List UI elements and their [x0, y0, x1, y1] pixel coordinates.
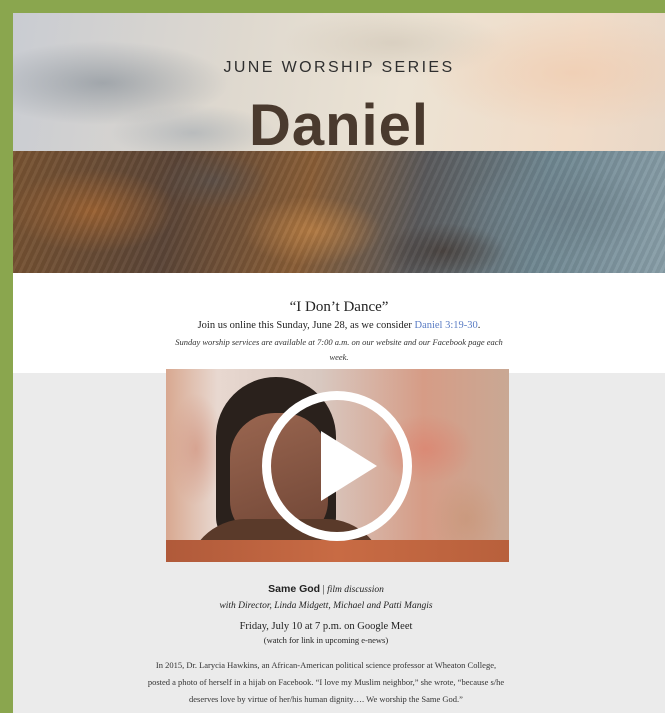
sermon-line: Join us online this Sunday, June 28, as … — [13, 320, 665, 331]
film-title-line: Same God | film discussion — [0, 582, 652, 597]
worship-availability-note: Sunday worship services are available at… — [175, 337, 503, 362]
event-watch-note: (watch for link in upcoming e-news) — [263, 635, 389, 645]
film-title: Same God — [268, 583, 321, 595]
sermon-line-prefix: Join us online this Sunday, June 28, as … — [197, 320, 415, 331]
play-triangle — [321, 431, 377, 501]
film-type: film discussion — [327, 585, 384, 595]
scripture-link[interactable]: Daniel 3:19-30 — [414, 320, 477, 331]
banner-rock-image — [13, 151, 665, 273]
film-with: with Director, Linda Midgett, Michael an… — [219, 601, 433, 611]
series-banner: JUNE WORSHIP SERIES Daniel — [13, 13, 665, 273]
event-datetime: Friday, July 10 at 7 p.m. on Google Meet — [239, 621, 413, 632]
video-thumbnail[interactable] — [166, 369, 509, 562]
film-event: Same God | film discussion with Director… — [0, 582, 652, 708]
series-title: JUNE WORSHIP SERIES — [223, 59, 455, 76]
sermon-line-suffix: . — [477, 320, 481, 331]
sermon-intro: “I Don’t Dance” Join us online this Sund… — [13, 273, 665, 373]
series-name: Daniel — [248, 93, 430, 153]
video-bottom-bar — [166, 540, 509, 562]
play-icon[interactable] — [262, 391, 412, 541]
sermon-title: “I Don’t Dance” — [289, 299, 389, 315]
event-description: In 2015, Dr. Larycia Hawkins, an African… — [147, 660, 505, 704]
